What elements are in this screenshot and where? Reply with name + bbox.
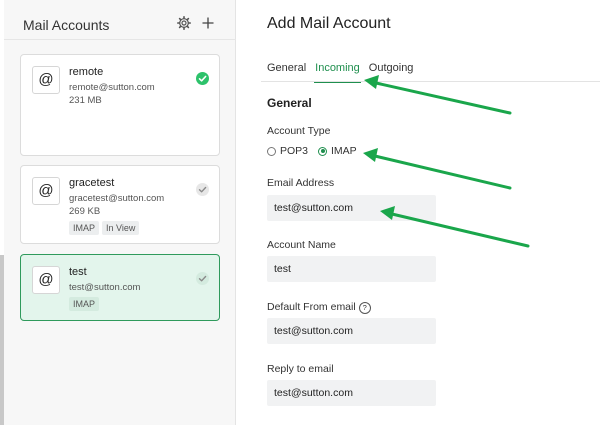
pop3-radio[interactable] — [267, 146, 276, 156]
pop3-radio-label[interactable]: POP3 — [280, 145, 308, 157]
tab-general[interactable]: General — [267, 62, 306, 78]
account-card-gracetest[interactable]: @ gracetest gracetest@sutton.com 269 KB … — [20, 165, 220, 244]
sidebar-header: Mail Accounts — [4, 0, 236, 40]
account-type-label: Account Type — [267, 125, 331, 137]
protocol-tag: IMAP — [69, 221, 100, 235]
account-card-test[interactable]: @ test test@sutton.com IMAP — [20, 254, 220, 321]
account-name: test — [69, 266, 87, 278]
reply-to-input[interactable] — [267, 380, 436, 406]
tab-incoming[interactable]: Incoming — [314, 62, 361, 83]
account-email: gracetest@sutton.com — [69, 193, 165, 204]
plus-icon[interactable] — [201, 16, 215, 30]
check-icon — [196, 272, 209, 285]
account-tags: IMAP — [69, 297, 100, 311]
page-title: Add Mail Account — [267, 15, 391, 32]
view-tag: In View — [102, 221, 140, 235]
imap-radio[interactable] — [318, 146, 328, 156]
account-email: remote@sutton.com — [69, 82, 155, 93]
section-title: General — [267, 96, 312, 110]
default-from-input[interactable] — [267, 318, 436, 344]
tab-bar: General Incoming Outgoing — [267, 62, 422, 83]
check-icon — [196, 72, 209, 85]
account-name: remote — [69, 66, 104, 78]
tab-divider — [261, 81, 600, 82]
protocol-tag: IMAP — [69, 297, 100, 311]
email-address-label: Email Address — [267, 177, 335, 189]
default-from-label: Default From email? — [267, 301, 371, 314]
at-sign-icon: @ — [32, 177, 60, 205]
add-account-panel: Add Mail Account General Incoming Outgoi… — [237, 0, 600, 425]
reply-to-label: Reply to email — [267, 363, 334, 375]
default-from-label-text: Default From email — [267, 301, 356, 313]
tab-outgoing[interactable]: Outgoing — [369, 62, 414, 78]
account-name: gracetest — [69, 177, 115, 189]
account-type-radio-group: POP3 IMAP — [267, 145, 357, 157]
imap-radio-label[interactable]: IMAP — [331, 145, 357, 157]
question-circle-icon[interactable]: ? — [358, 302, 371, 314]
at-sign-icon: @ — [32, 266, 60, 294]
account-size: 231 MB — [69, 95, 102, 106]
account-tags: IMAP In View — [69, 221, 140, 235]
account-name-label: Account Name — [267, 239, 336, 251]
account-card-remote[interactable]: @ remote remote@sutton.com 231 MB — [20, 54, 220, 156]
sidebar-title: Mail Accounts — [23, 17, 110, 33]
email-address-input[interactable] — [267, 195, 436, 221]
gear-icon[interactable] — [177, 16, 191, 30]
account-name-input[interactable] — [267, 256, 436, 282]
account-size: 269 KB — [69, 206, 101, 217]
account-email: test@sutton.com — [69, 282, 141, 293]
mail-accounts-sidebar: Mail Accounts @ remote remote@sutton.com… — [4, 0, 236, 425]
at-sign-icon: @ — [32, 66, 60, 94]
check-icon — [196, 183, 209, 196]
